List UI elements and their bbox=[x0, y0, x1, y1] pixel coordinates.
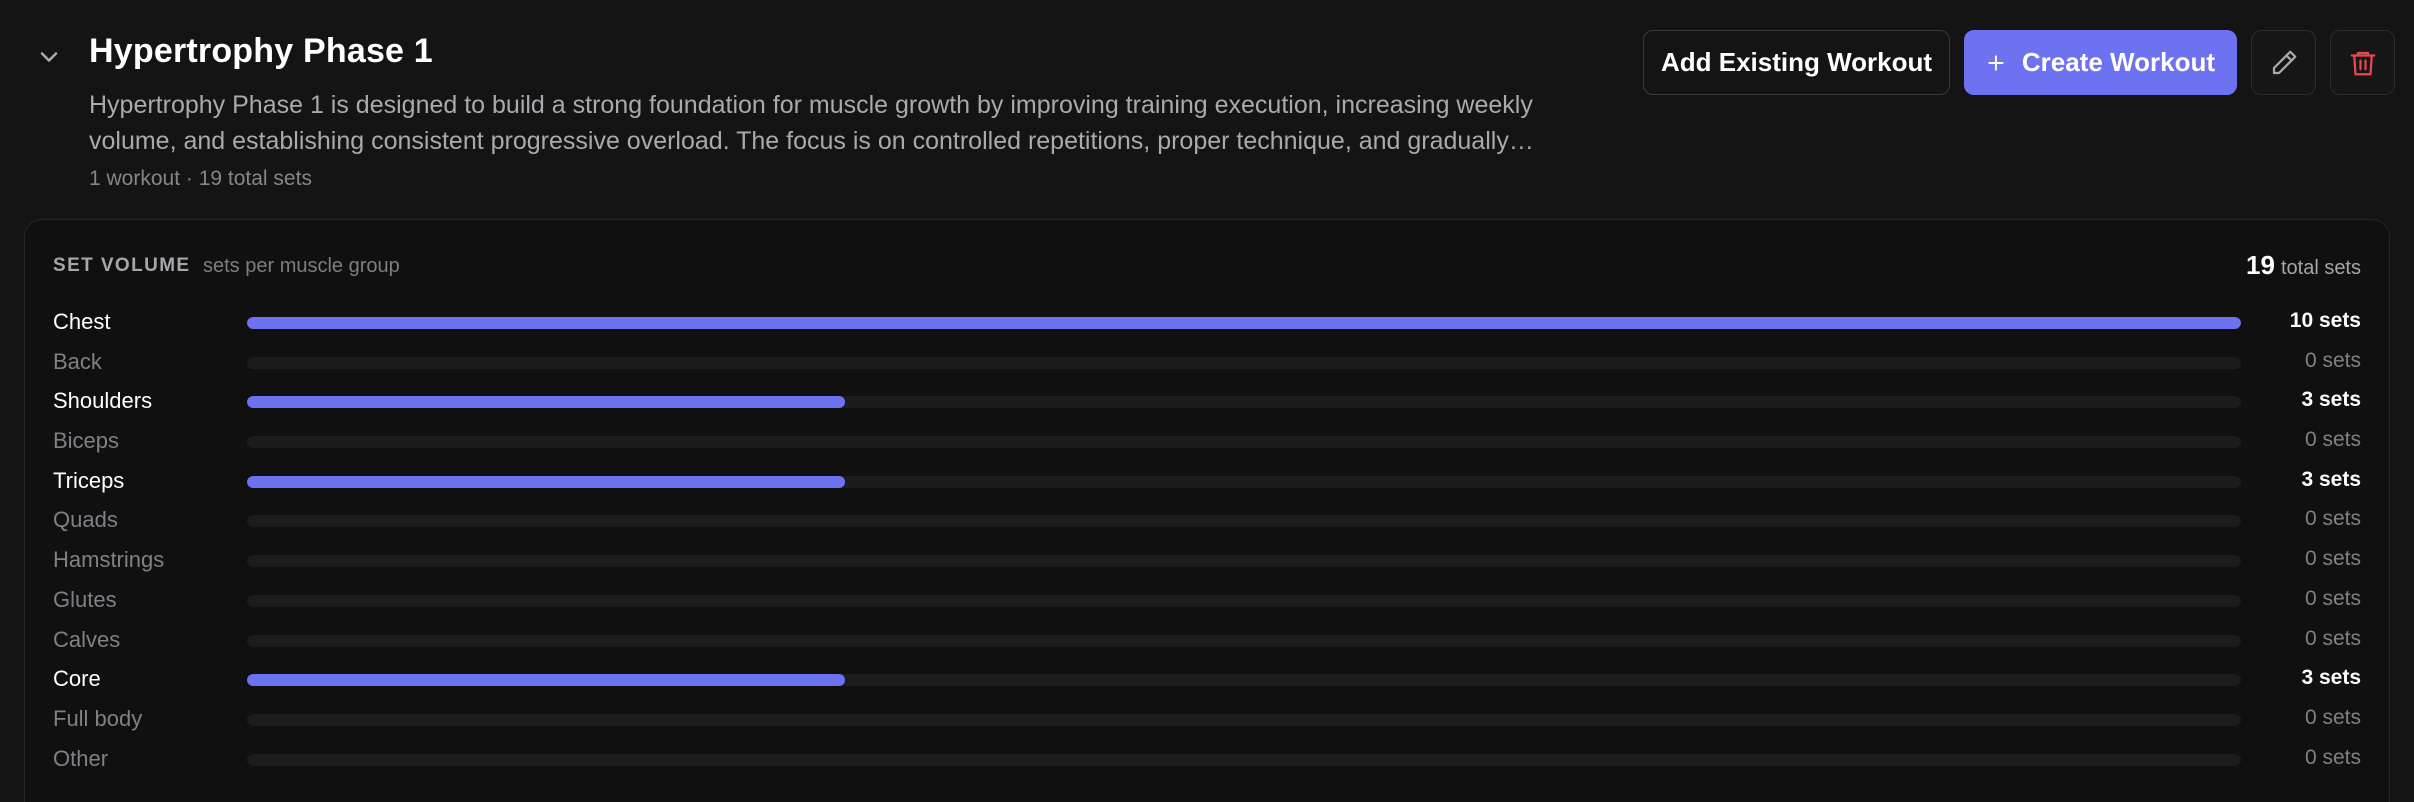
muscle-group-sets: 3 sets bbox=[2301, 388, 2361, 412]
muscle-group-label: Glutes bbox=[53, 586, 117, 612]
volume-bar-fill bbox=[247, 674, 846, 687]
muscle-group-label: Core bbox=[53, 666, 101, 692]
set-volume-header: SET VOLUME sets per muscle group 19 total… bbox=[53, 250, 2361, 285]
muscle-group-row: Hamstrings 0 sets bbox=[53, 542, 2361, 582]
set-volume-card: SET VOLUME sets per muscle group 19 total… bbox=[24, 219, 2390, 802]
muscle-group-row: Other 0 sets bbox=[53, 741, 2361, 781]
set-volume-title: SET VOLUME bbox=[53, 255, 191, 276]
volume-bar-track bbox=[247, 396, 2241, 409]
muscle-group-row: Chest 10 sets bbox=[53, 304, 2361, 344]
edit-button[interactable] bbox=[2251, 30, 2316, 95]
volume-bar-track bbox=[247, 356, 2241, 369]
volume-bar-track bbox=[247, 317, 2241, 329]
muscle-group-label: Other bbox=[53, 745, 109, 771]
muscle-group-row: Calves 0 sets bbox=[53, 622, 2361, 662]
muscle-group-label: Triceps bbox=[53, 467, 125, 493]
trash-icon bbox=[2350, 51, 2375, 75]
program-meta: 1 workout · 19 total sets bbox=[89, 167, 312, 190]
muscle-group-label: Chest bbox=[53, 309, 111, 334]
program-header: Hypertrophy Phase 1 Hypertrophy Phase 1 … bbox=[0, 0, 2414, 210]
muscle-group-row: Triceps 3 sets bbox=[53, 463, 2361, 503]
delete-button[interactable] bbox=[2330, 30, 2395, 95]
plus-icon bbox=[1988, 54, 2004, 71]
volume-bar-track bbox=[247, 634, 2241, 647]
volume-bar-fill bbox=[247, 475, 846, 488]
muscle-group-sets: 0 sets bbox=[2304, 348, 2361, 372]
chevron-down-icon bbox=[40, 52, 58, 62]
muscle-group-sets: 10 sets bbox=[2289, 309, 2361, 332]
muscle-group-row: Shoulders 3 sets bbox=[53, 383, 2361, 423]
total-sets-label: total sets bbox=[2280, 257, 2361, 279]
create-workout-button[interactable]: Create Workout bbox=[1964, 30, 2237, 95]
muscle-group-label: Hamstrings bbox=[53, 547, 165, 573]
muscle-group-label: Full body bbox=[53, 705, 143, 731]
muscle-group-row: Full body 0 sets bbox=[53, 701, 2361, 741]
muscle-group-sets: 0 sets bbox=[2304, 705, 2361, 729]
muscle-group-sets: 0 sets bbox=[2304, 626, 2361, 650]
add-existing-workout-button[interactable]: Add Existing Workout bbox=[1643, 30, 1950, 95]
create-workout-label: Create Workout bbox=[2021, 47, 2215, 77]
volume-bar-fill bbox=[247, 317, 2241, 329]
muscle-group-sets: 0 sets bbox=[2304, 547, 2361, 571]
muscle-group-row: Core 3 sets bbox=[53, 661, 2361, 701]
header-actions: Add Existing Workout Create Workout bbox=[1643, 30, 2395, 95]
muscle-group-sets: 3 sets bbox=[2301, 467, 2361, 491]
muscle-group-label: Calves bbox=[53, 626, 121, 652]
muscle-group-label: Shoulders bbox=[53, 388, 153, 414]
collapse-toggle[interactable] bbox=[28, 36, 70, 78]
volume-bar-track bbox=[247, 713, 2241, 726]
add-existing-workout-label: Add Existing Workout bbox=[1660, 47, 1933, 77]
muscle-group-row: Back 0 sets bbox=[53, 344, 2361, 384]
set-volume-subtitle: sets per muscle group bbox=[203, 255, 400, 277]
volume-bar-fill bbox=[247, 396, 846, 409]
muscle-group-sets: 3 sets bbox=[2301, 666, 2361, 690]
muscle-group-label: Quads bbox=[53, 507, 118, 533]
volume-bar-track bbox=[247, 555, 2241, 568]
muscle-group-row: Glutes 0 sets bbox=[53, 582, 2361, 622]
total-sets: 19 total sets bbox=[2246, 250, 2361, 281]
muscle-group-sets: 0 sets bbox=[2304, 507, 2361, 531]
program-description: Hypertrophy Phase 1 is designed to build… bbox=[89, 91, 1534, 155]
volume-bar-track bbox=[247, 475, 2241, 488]
muscle-group-label: Back bbox=[53, 348, 102, 374]
volume-bar-track bbox=[247, 436, 2241, 449]
volume-bar-track bbox=[247, 594, 2241, 607]
muscle-group-sets: 0 sets bbox=[2304, 428, 2361, 452]
program-title: Hypertrophy Phase 1 bbox=[89, 32, 433, 70]
volume-bar-track bbox=[247, 753, 2241, 766]
muscle-group-sets: 0 sets bbox=[2304, 586, 2361, 610]
muscle-group-sets: 0 sets bbox=[2304, 745, 2361, 769]
muscle-group-label: Biceps bbox=[53, 428, 120, 454]
volume-bar-track bbox=[247, 674, 2241, 687]
muscle-group-row: Quads 0 sets bbox=[53, 502, 2361, 542]
muscle-group-row: Biceps 0 sets bbox=[53, 423, 2361, 463]
volume-bar-track bbox=[247, 515, 2241, 528]
total-sets-value: 19 bbox=[2246, 250, 2275, 280]
pencil-icon bbox=[2272, 50, 2296, 74]
muscle-group-list: Chest 10 sets Back 0 sets Shoulders 3 sets Bic… bbox=[53, 304, 2361, 780]
